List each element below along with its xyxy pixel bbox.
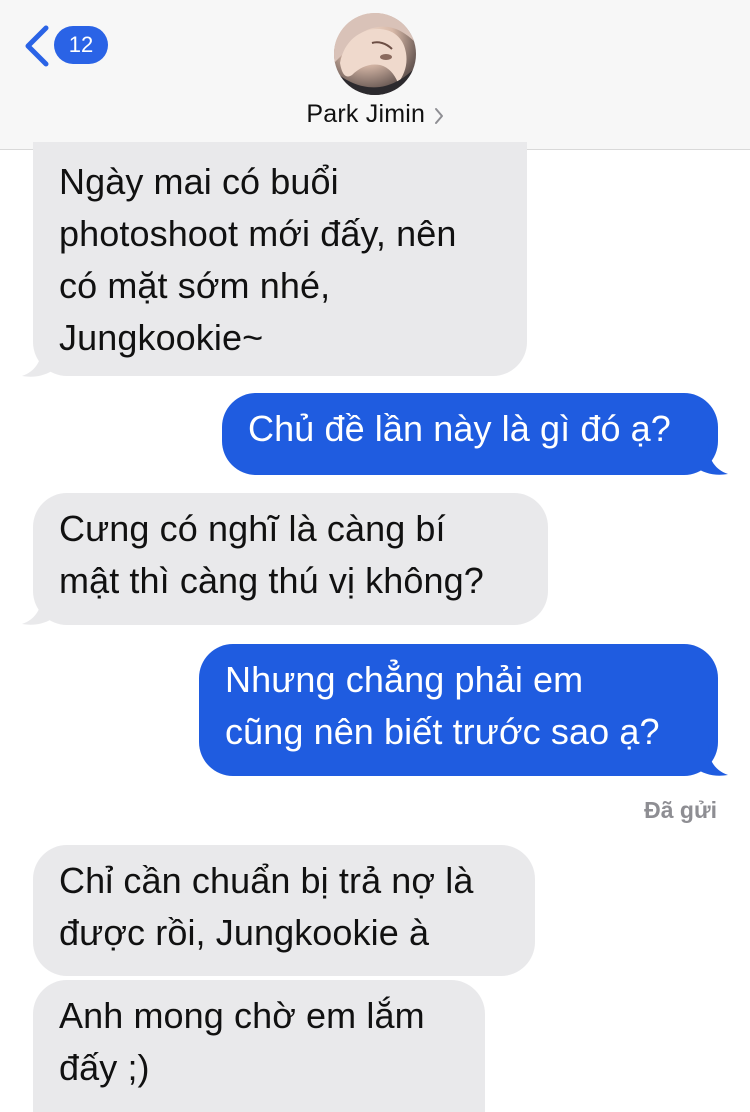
- message-bubble-outgoing[interactable]: Nhưng chẳng phải em cũng nên biết trước …: [199, 644, 718, 776]
- message-line: được rồi, Jungkookie à: [59, 912, 430, 953]
- back-button[interactable]: 12: [22, 20, 112, 72]
- chevron-right-icon: [434, 107, 443, 124]
- delivery-status: Đã gửi: [644, 797, 717, 823]
- message-bubble-incoming[interactable]: Chỉ cần chuẩn bị trả nợ là được rồi, Jun…: [33, 845, 535, 976]
- message-line: mật thì càng thú vị không?: [59, 560, 484, 601]
- contact-name: Park Jimin: [306, 100, 426, 128]
- unread-count-badge: 12: [54, 26, 108, 64]
- message-line: cũng nên biết trước sao ạ?: [225, 711, 660, 752]
- message-bubble-incoming[interactable]: Ngày mai có buổi photoshoot mới đấy, nên…: [33, 142, 527, 376]
- message-line: Chỉ cần chuẩn bị trả nợ là: [59, 860, 474, 901]
- message-bubble-incoming[interactable]: Cưng có nghĩ là càng bí mật thì càng thú…: [33, 493, 548, 625]
- message-line: Anh mong chờ em lắm: [59, 995, 425, 1036]
- message-line: Chủ đề lần này là gì đó ạ?: [248, 408, 671, 449]
- message-bubble-incoming[interactable]: Anh mong chờ em lắm đấy ;): [33, 980, 485, 1112]
- message-line: photoshoot mới đấy, nên: [59, 213, 457, 254]
- bubble-tail: [22, 346, 56, 377]
- message-line: Ngày mai có buổi: [59, 161, 339, 202]
- message-line: Nhưng chẳng phải em: [225, 659, 584, 700]
- chevron-left-icon: [25, 25, 49, 67]
- contact-name-button[interactable]: Park Jimin: [0, 100, 750, 129]
- bubble-tail: [22, 594, 56, 625]
- bubble-tail: [694, 745, 728, 776]
- avatar[interactable]: [334, 13, 416, 95]
- bubble-tail: [694, 444, 728, 475]
- message-line: Jungkookie~: [59, 317, 264, 358]
- message-bubble-outgoing[interactable]: Chủ đề lần này là gì đó ạ?: [222, 393, 718, 475]
- message-line: đấy ;): [59, 1047, 150, 1088]
- message-line: Cưng có nghĩ là càng bí: [59, 508, 446, 549]
- message-line: có mặt sớm nhé,: [59, 265, 331, 306]
- conversation-header: 12 Park Jimin: [0, 0, 750, 150]
